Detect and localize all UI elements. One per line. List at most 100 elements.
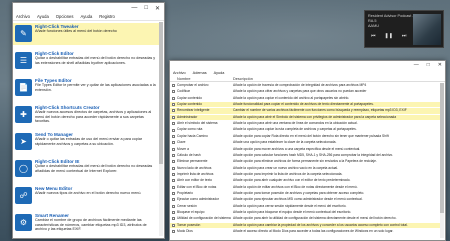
table-row[interactable]: Utilidad de configuración del sistema Aña… (170, 216, 441, 221)
maximize-icon[interactable]: □ (427, 62, 430, 68)
scrollbar-thumb[interactable] (440, 83, 444, 213)
table-row[interactable]: Bloquear el equipo Añade la opción para b… (170, 210, 441, 215)
row-description: Añade opción para abrir cualquier archiv… (233, 178, 351, 183)
row-name: Copiar contenido (177, 102, 202, 107)
menu-bar: Archivo Ayuda Opciones Ayuda Registro (13, 13, 164, 21)
menu-item[interactable]: Archivo (16, 14, 30, 19)
menu-item[interactable]: Registro (99, 14, 115, 19)
menu-item[interactable]: Ademas (193, 71, 207, 75)
scrollbar[interactable] (440, 83, 444, 238)
row-checkbox[interactable] (172, 103, 175, 107)
table-row[interactable]: Codificar Añade la opción para cifrar arc… (170, 89, 441, 94)
table-row[interactable]: Editar con el Bloc de notas Añade la opci… (170, 185, 441, 190)
row-name: Copiar como ruta (177, 127, 203, 132)
table-row[interactable]: Eliminar permanente Añade opción para eli… (170, 159, 441, 164)
table-row[interactable]: Administrador Añade la opción para abrir … (170, 114, 441, 120)
row-description: Añade opción para copiar Ruta directo en… (233, 133, 389, 138)
row-name: Bloquear el equipo (177, 210, 205, 214)
next-track-icon[interactable]: ⏭ (402, 33, 407, 39)
row-description: Añade la opción para cambiar la propieda… (233, 222, 408, 227)
column-header-description[interactable]: Descripción (233, 77, 253, 81)
table-row[interactable]: Nuevo lado de archivos Añade la opción pa… (170, 166, 441, 171)
row-checkbox[interactable] (172, 153, 175, 157)
row-checkbox[interactable] (172, 204, 175, 208)
minimize-icon[interactable]: — (131, 5, 137, 11)
tool-list-item[interactable]: ⚙ Smart Renamer Cambiar el nombre de grupo… (13, 212, 160, 234)
tool-list-item[interactable]: ◯ Right-Click Editor IE Quitar o deshabili… (13, 158, 160, 180)
pause-icon[interactable]: ❚❚ (385, 33, 393, 39)
row-checkbox[interactable] (172, 84, 175, 88)
table-row[interactable]: Cálculo de hash Añade opción para calcula… (170, 153, 441, 158)
media-title: Resident Advisor Podcast - RA.5 AAMU (368, 14, 414, 29)
row-checkbox[interactable] (172, 90, 175, 94)
row-checkbox[interactable] (172, 115, 175, 119)
row-checkbox[interactable] (172, 192, 175, 196)
table-row[interactable]: Modo Dios Añade el acceso directo al Modo… (170, 229, 441, 234)
menu-item[interactable]: Ayuda (80, 14, 92, 19)
media-player-popup[interactable]: Resident Advisor Podcast - RA.5 AAMU ⏮ ❚… (364, 10, 444, 48)
scrollbar-thumb[interactable] (159, 22, 163, 164)
table-row[interactable]: Abrir con editor de texto Añade opción pa… (170, 178, 441, 183)
tool-list-item[interactable]: 📄 File Types Editor File Types Editor le p… (13, 77, 160, 99)
table-row[interactable]: Mover a Añade opción para mover archivos … (170, 147, 441, 152)
table-row[interactable]: Propietario Añade opción para tomar poses… (170, 191, 441, 196)
menu-item[interactable]: Archivo (173, 71, 186, 75)
row-checkbox[interactable] (172, 141, 175, 145)
row-checkbox[interactable] (172, 172, 175, 176)
tool-list-item[interactable]: ✎ Right-Click Tweaker Añade funciones útil… (13, 23, 160, 45)
close-icon[interactable]: ✕ (438, 62, 442, 68)
row-checkbox[interactable] (172, 211, 175, 215)
tool-list-item[interactable]: ☍ New Menu Editor Añadir nuevos tipos de a… (13, 185, 160, 207)
row-checkbox[interactable] (172, 223, 175, 227)
menu-item[interactable]: Ayuda (214, 71, 225, 75)
table-row[interactable]: Comprobar el archivo Añade la opción de t… (170, 83, 441, 88)
maximize-icon[interactable]: □ (144, 5, 148, 11)
table-row[interactable]: Clave Añade una opción para establecer la… (170, 140, 441, 145)
row-checkbox[interactable] (172, 185, 175, 189)
table-row[interactable]: Cerrar sesión Añade la opción para cerrar… (170, 204, 441, 209)
menu-item[interactable]: Opciones (56, 14, 74, 19)
tool-list-item[interactable]: ✚ Right-Click Shortcuts Creator Añadir nue… (13, 104, 160, 126)
row-checkbox[interactable] (172, 96, 175, 100)
row-checkbox[interactable] (172, 230, 175, 234)
row-checkbox[interactable] (172, 147, 175, 151)
row-checkbox[interactable] (172, 179, 175, 183)
scrollbar[interactable] (159, 22, 163, 236)
tool-list-item[interactable]: ➤ Send To Manager Añadir o quitar las entr… (13, 131, 160, 153)
tool-icon: ✎ (15, 25, 32, 42)
app-window-right-click-tweaker: — □ ✕ Archivo Ademas Ayuda Nombre Descri… (169, 60, 446, 241)
row-name: Copiar contenido (177, 95, 202, 100)
row-name: Propietario (177, 190, 193, 195)
table-row[interactable]: Copiar contenido Añade la opción para cop… (170, 96, 441, 101)
tool-description: Quitar o deshabilitar entradas del menú … (35, 56, 156, 65)
table-row[interactable]: Renombrar inteligente Cambiar el nombre d… (170, 108, 441, 114)
row-checkbox[interactable] (172, 217, 175, 221)
row-description: Añade la opción para cifrar archivos y c… (233, 89, 367, 94)
minimize-icon[interactable]: — (414, 62, 419, 68)
tool-list-item[interactable]: ☰ Right-Click Editor Quitar o deshabilitar… (13, 50, 160, 72)
row-checkbox[interactable] (172, 166, 175, 170)
table-row[interactable]: Copiar hacia Camino Añade opción para cop… (170, 134, 441, 139)
table-row[interactable]: Tomar posesión Añade la opción para cambi… (170, 222, 441, 228)
table-row[interactable]: Copiar como ruta Añade la opción para cop… (170, 127, 441, 132)
tool-icon: ✚ (15, 106, 32, 123)
table-row[interactable]: Ejecutar como administrador Añade opción … (170, 197, 441, 202)
row-name: Abrir el símbolo del sistema (177, 121, 218, 126)
row-checkbox[interactable] (172, 198, 175, 202)
previous-track-icon[interactable]: ⏮ (371, 33, 376, 39)
row-checkbox[interactable] (172, 109, 175, 113)
row-description: Añade una opción para establecer la clav… (233, 140, 337, 145)
row-description: Cambiar el nombre de varios archivos fác… (233, 108, 407, 113)
row-checkbox[interactable] (172, 122, 175, 126)
row-checkbox[interactable] (172, 160, 175, 164)
table-row[interactable]: Imprimir lista de archivos Añade opción p… (170, 172, 441, 177)
row-description: Añade la opción de travesía de comprobac… (233, 83, 367, 87)
menu-item[interactable]: Ayuda (37, 14, 49, 19)
row-checkbox[interactable] (172, 128, 175, 132)
table-row[interactable]: Abrir el símbolo del sistema Añade la opc… (170, 121, 441, 126)
column-header-name[interactable]: Nombre (177, 77, 191, 81)
close-icon[interactable]: ✕ (155, 5, 160, 12)
row-checkbox[interactable] (172, 134, 175, 138)
table-row[interactable]: Copiar contenido Añade funcionalidad para… (170, 102, 441, 108)
row-name: Abrir con editor de texto (177, 178, 213, 183)
